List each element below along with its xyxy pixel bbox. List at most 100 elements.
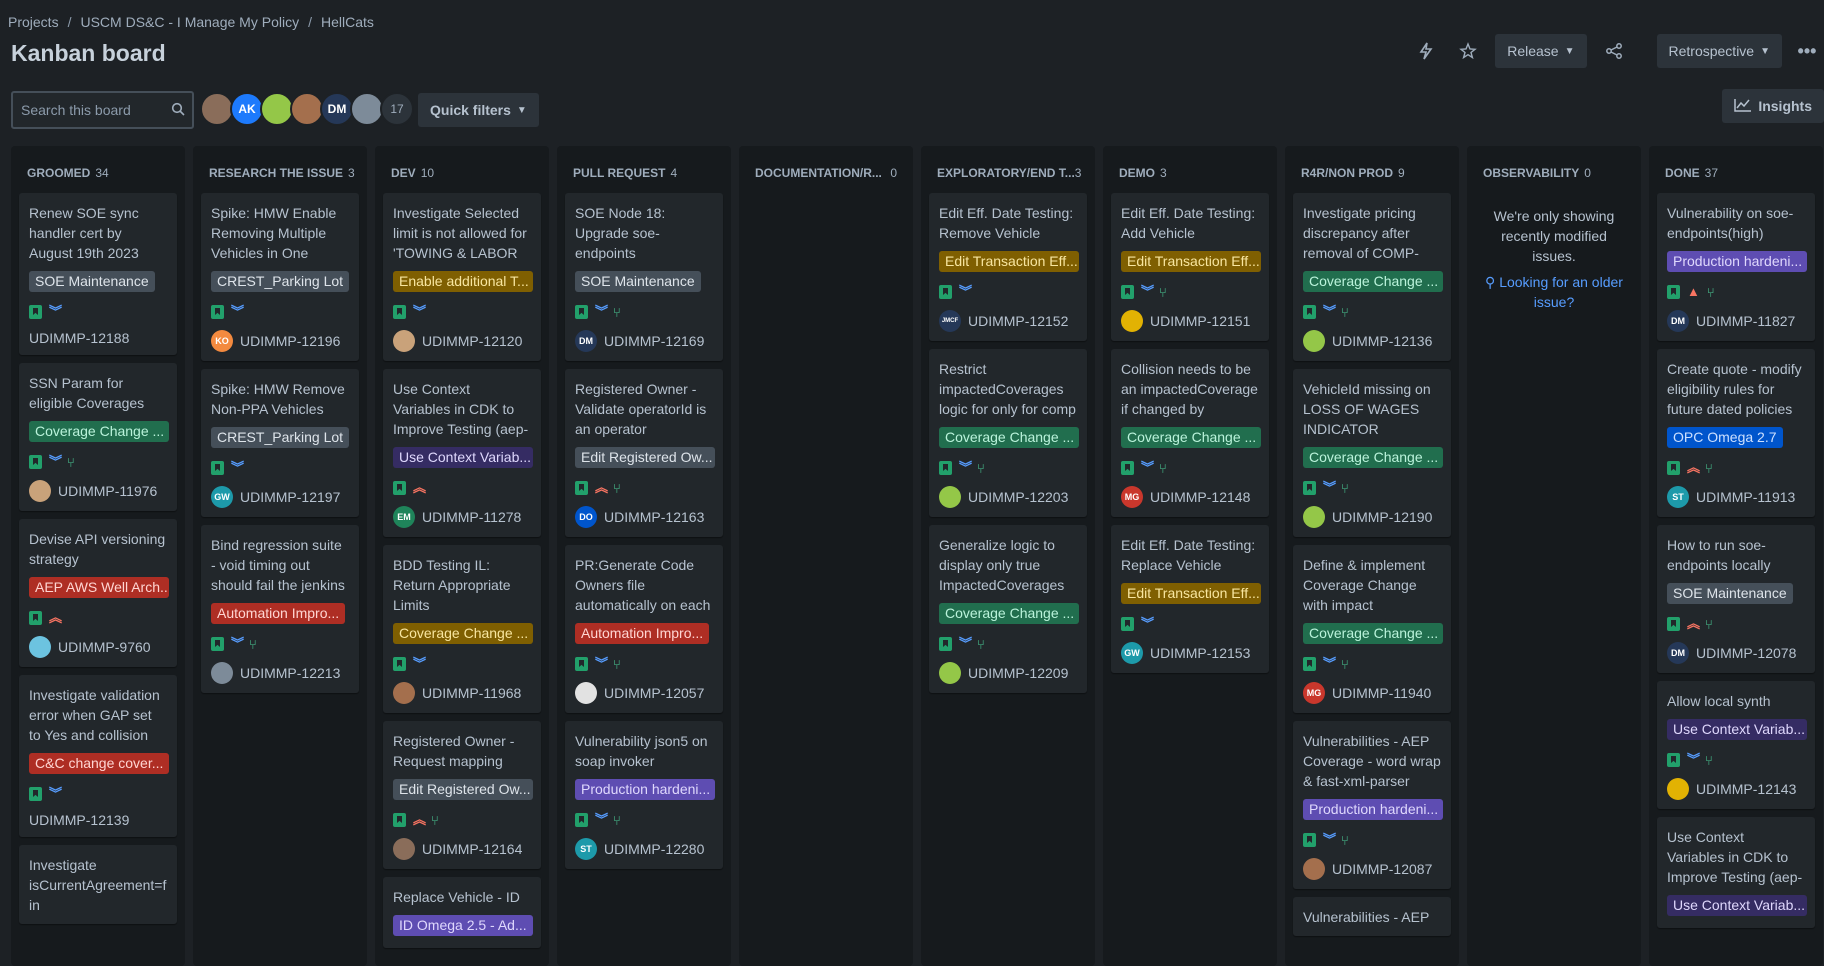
breadcrumb-board[interactable]: HellCats [321, 14, 374, 30]
issue-card[interactable]: Create quote - modify eligibility rules … [1657, 349, 1815, 517]
assignee-avatar[interactable]: EM [393, 506, 415, 528]
issue-key[interactable]: UDIMMP-12136 [1332, 333, 1432, 349]
issue-card[interactable]: How to run soe-endpoints locally SOE Main… [1657, 525, 1815, 673]
assignee-avatar[interactable] [1303, 506, 1325, 528]
issue-key[interactable]: UDIMMP-12197 [240, 489, 340, 505]
issue-key[interactable]: UDIMMP-12213 [240, 665, 340, 681]
issue-card[interactable]: Investigate validation error when GAP se… [19, 675, 177, 837]
issue-card[interactable]: Vulnerabilities - AEP [1293, 897, 1451, 936]
issue-card[interactable]: Allow local synth Use Context Variab... ︾ ⑂… [1657, 681, 1815, 809]
issue-key[interactable]: UDIMMP-12078 [1696, 645, 1796, 661]
search-icon[interactable] [171, 102, 185, 119]
share-icon[interactable] [1597, 35, 1631, 67]
issue-key[interactable]: UDIMMP-12188 [29, 330, 129, 346]
quick-filters-button[interactable]: Quick filters ▼ [418, 93, 539, 127]
issue-key[interactable]: UDIMMP-11827 [1696, 313, 1795, 329]
assignee-avatar[interactable]: GW [1121, 642, 1143, 664]
assignee-avatar[interactable] [1303, 858, 1325, 880]
issue-card[interactable]: Vulnerabilities - AEP Coverage - word wr… [1293, 721, 1451, 889]
issue-key[interactable]: UDIMMP-12139 [29, 812, 129, 828]
assignee-avatar[interactable] [29, 480, 51, 502]
avatar[interactable] [350, 92, 384, 126]
issue-card[interactable]: Vulnerability json5 on soap invoker Produ… [565, 721, 723, 869]
issue-card[interactable]: Edit Eff. Date Testing: Replace Vehicle E… [1111, 525, 1269, 673]
assignee-avatar[interactable]: ST [575, 838, 597, 860]
issue-key[interactable]: UDIMMP-12152 [968, 313, 1068, 329]
retrospective-button[interactable]: Retrospective ▼ [1656, 34, 1782, 68]
issue-key[interactable]: UDIMMP-11940 [1332, 685, 1431, 701]
issue-key[interactable]: UDIMMP-11278 [422, 509, 521, 525]
assignee-avatar[interactable] [29, 636, 51, 658]
issue-key[interactable]: UDIMMP-12148 [1150, 489, 1250, 505]
assignee-avatar[interactable] [211, 662, 233, 684]
issue-card[interactable]: Replace Vehicle - ID ID Omega 2.5 - Ad... [383, 877, 541, 948]
issue-key[interactable]: UDIMMP-12280 [604, 841, 704, 857]
issue-card[interactable]: SOE Node 18: Upgrade soe-endpoints SOE Ma… [565, 193, 723, 361]
breadcrumb-projects[interactable]: Projects [8, 14, 59, 30]
issue-card[interactable]: Registered Owner - Request mapping Edit R… [383, 721, 541, 869]
issue-key[interactable]: UDIMMP-12057 [604, 685, 704, 701]
insights-button[interactable]: Insights [1722, 89, 1824, 123]
assignee-avatar[interactable] [1303, 330, 1325, 352]
issue-card[interactable]: Investigate Selected limit is not allowe… [383, 193, 541, 361]
release-button[interactable]: Release ▼ [1495, 34, 1587, 68]
assignee-avatar[interactable] [393, 838, 415, 860]
issue-key[interactable]: UDIMMP-11968 [422, 685, 521, 701]
issue-key[interactable]: UDIMMP-12164 [422, 841, 522, 857]
avatar[interactable] [260, 92, 294, 126]
issue-key[interactable]: UDIMMP-12196 [240, 333, 340, 349]
assignee-avatar[interactable]: DO [575, 506, 597, 528]
avatar-more-count[interactable]: 17 [380, 92, 414, 126]
issue-card[interactable]: Generalize logic to display only true Im… [929, 525, 1087, 693]
issue-key[interactable]: UDIMMP-12151 [1150, 313, 1250, 329]
assignee-avatar[interactable] [1121, 310, 1143, 332]
issue-card[interactable]: SSN Param for eligible Coverages Coverage… [19, 363, 177, 511]
issue-card[interactable]: VehicleId missing on LOSS OF WAGES INDIC… [1293, 369, 1451, 537]
issue-key[interactable]: UDIMMP-12120 [422, 333, 522, 349]
issue-card[interactable]: Restrict impactedCoverages logic for onl… [929, 349, 1087, 517]
issue-card[interactable]: Bind regression suite - void timing out … [201, 525, 359, 693]
assignee-avatar[interactable] [1667, 778, 1689, 800]
assignee-avatar[interactable]: GW [211, 486, 233, 508]
issue-card[interactable]: Renew SOE sync handler cert by August 19… [19, 193, 177, 355]
assignee-avatar[interactable]: DM [1667, 310, 1689, 332]
assignee-avatar[interactable] [393, 682, 415, 704]
issue-card[interactable]: Edit Eff. Date Testing: Remove Vehicle Ed… [929, 193, 1087, 341]
assignee-avatar[interactable] [393, 330, 415, 352]
more-icon[interactable]: ••• [1790, 35, 1824, 67]
assignee-avatar[interactable]: MG [1121, 486, 1143, 508]
issue-card[interactable]: Vulnerability on soe-endpoints(high) Prod… [1657, 193, 1815, 341]
issue-key[interactable]: UDIMMP-12087 [1332, 861, 1432, 877]
assignee-avatar[interactable]: DM [1667, 642, 1689, 664]
issue-key[interactable]: UDIMMP-11913 [1696, 489, 1795, 505]
issue-card[interactable]: Investigate pricing discrepancy after re… [1293, 193, 1451, 361]
assignee-avatar[interactable] [939, 662, 961, 684]
assignee-avatar[interactable]: ST [1667, 486, 1689, 508]
issue-card[interactable]: Define & implement Coverage Change with … [1293, 545, 1451, 713]
issue-key[interactable]: UDIMMP-11976 [58, 483, 157, 499]
issue-key[interactable]: UDIMMP-12169 [604, 333, 704, 349]
issue-key[interactable]: UDIMMP-12203 [968, 489, 1068, 505]
issue-key[interactable]: UDIMMP-12209 [968, 665, 1068, 681]
issue-card[interactable]: Use Context Variables in CDK to Improve … [383, 369, 541, 537]
star-icon[interactable] [1451, 35, 1485, 67]
issue-card[interactable]: Spike: HMW Remove Non-PPA Vehicles CREST_… [201, 369, 359, 517]
avatar[interactable] [290, 92, 324, 126]
issue-key[interactable]: UDIMMP-12190 [1332, 509, 1432, 525]
older-issues-link[interactable]: ⚲ Looking for an older issue? [1475, 272, 1633, 312]
issue-card[interactable]: Registered Owner - Validate operatorId i… [565, 369, 723, 537]
issue-card[interactable]: Use Context Variables in CDK to Improve … [1657, 817, 1815, 928]
issue-card[interactable]: Edit Eff. Date Testing: Add Vehicle Edit … [1111, 193, 1269, 341]
issue-key[interactable]: UDIMMP-12163 [604, 509, 704, 525]
issue-key[interactable]: UDIMMP-9760 [58, 639, 151, 655]
issue-card[interactable]: PR:Generate Code Owners file automatical… [565, 545, 723, 713]
avatar[interactable]: DM [320, 92, 354, 126]
issue-card[interactable]: Collision needs to be an impactedCoverag… [1111, 349, 1269, 517]
lightning-icon[interactable] [1409, 35, 1443, 67]
assignee-avatar[interactable]: MG [1303, 682, 1325, 704]
issue-card[interactable]: BDD Testing IL: Return Appropriate Limit… [383, 545, 541, 713]
assignee-avatar[interactable] [939, 486, 961, 508]
assignee-avatar[interactable]: JMCF [939, 310, 961, 332]
issue-card[interactable]: Spike: HMW Enable Removing Multiple Vehi… [201, 193, 359, 361]
assignee-avatar[interactable] [575, 682, 597, 704]
